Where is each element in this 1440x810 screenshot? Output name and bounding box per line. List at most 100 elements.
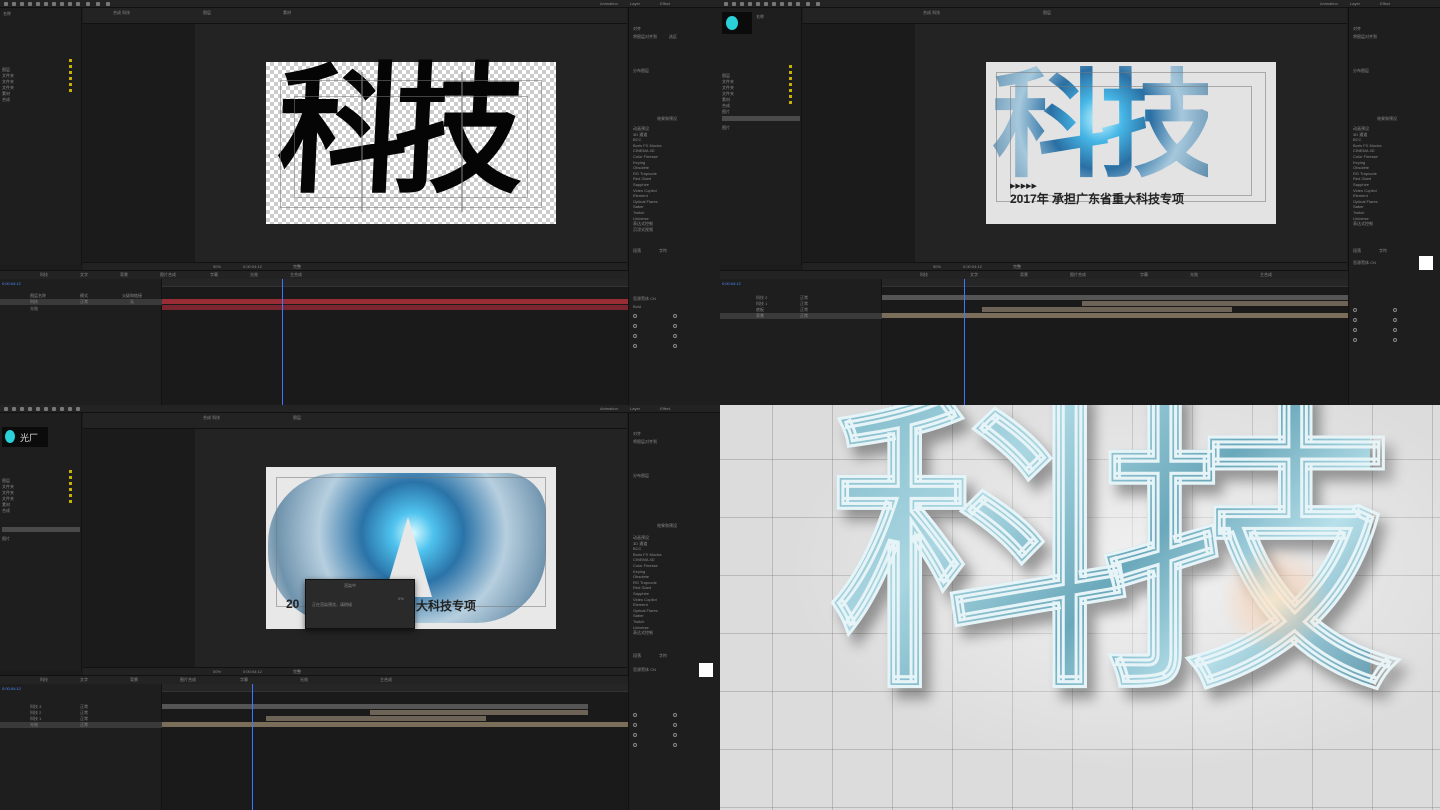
timeline-tab[interactable]: 科技: [40, 677, 48, 682]
layer-bar[interactable]: [266, 716, 486, 721]
layer-list[interactable]: 0:00:04:12 科技 3 正常 科技 2 正常 科技 1 正常 光效 正常: [0, 684, 162, 810]
right-panels[interactable]: 对齐 将图层对齐到 分布图层 效果和预设 动画预设 3D 通道 BCC Boris F…: [628, 413, 720, 810]
layer-row[interactable]: 科技 正常 无: [0, 299, 162, 305]
project-item[interactable]: 文件夹: [2, 487, 80, 501]
menu-animation[interactable]: Animation: [600, 406, 618, 411]
resolution[interactable]: 完整: [293, 264, 301, 269]
timeline-tab[interactable]: 背景: [1020, 272, 1028, 277]
timeline-tab[interactable]: 文字: [970, 272, 978, 277]
timeline-tab[interactable]: 主合成: [290, 272, 302, 277]
timeline-tabs[interactable]: 科技 文字 背景 图片合成 字幕 光效 主合成: [0, 676, 628, 684]
composition-tabs[interactable]: 合成 科技 图层 素材: [83, 8, 627, 24]
project-panel[interactable]: 名称 图层 文件夹 文件夹 文件夹 素材 合成: [0, 8, 82, 265]
timeline-panel[interactable]: 科技 文字 背景 图片合成 字幕 光效 主合成 0:00:04:12 图层名称 …: [0, 270, 628, 405]
effects-tab[interactable]: 效果和预设: [657, 523, 677, 528]
playhead[interactable]: [282, 279, 283, 405]
project-item[interactable]: 素材: [2, 82, 80, 96]
viewer-controls[interactable]: 50% 0:00:04:12 完整: [83, 262, 627, 270]
composition-viewer[interactable]: 20 大科技专项 渲染中 正在渲染预览，请稍候 0%: [195, 429, 627, 669]
right-panels[interactable]: 对齐 将图层对齐到 选区 分布图层 效果和预设 动画预设 3D 通道 BCC Bori…: [628, 8, 720, 405]
project-item[interactable]: 文件夹: [2, 481, 80, 495]
menu-layer[interactable]: Layer: [1350, 1, 1360, 6]
comp-tab[interactable]: 合成 科技: [203, 415, 220, 420]
fill-color-swatch[interactable]: [1419, 256, 1433, 270]
font-name[interactable]: 思源黑体 CN: [1353, 260, 1376, 265]
timeline-panel[interactable]: 科技 文字 背景 图片合成 字幕 光效 主合成 0:00:04:12 科技 3正…: [0, 675, 628, 810]
timeline-tab[interactable]: 光效: [1190, 272, 1198, 277]
project-item[interactable]: 文件夹: [2, 64, 80, 78]
font-name[interactable]: 思源黑体 CN: [633, 296, 656, 301]
project-item[interactable]: 图层: [2, 58, 80, 72]
project-item[interactable]: 素材: [722, 88, 800, 102]
timeline-timecode[interactable]: 0:00:04:12: [2, 281, 21, 286]
comp-tab[interactable]: 图层: [1043, 10, 1051, 15]
timeline-tab[interactable]: 光效: [250, 272, 258, 277]
project-item[interactable]: 合成: [2, 88, 80, 102]
timeline-tab[interactable]: 图片合成: [160, 272, 176, 277]
project-item[interactable]: 合成: [722, 94, 800, 108]
composition-viewer[interactable]: 科技 ▶▶▶▶▶ 2017年 承担广东省重大科技专项: [915, 24, 1347, 264]
font-style[interactable]: Bold: [633, 304, 641, 309]
project-item-selected[interactable]: 图片: [2, 527, 80, 541]
menu-layer[interactable]: Layer: [630, 406, 640, 411]
comp-tab[interactable]: 素材: [283, 10, 291, 15]
menu-animation[interactable]: Animation: [1320, 1, 1338, 6]
effects-list[interactable]: 动画预设 3D 通道 BCC Boris FX Mocha CINEMA 4D Color…: [633, 126, 713, 232]
time-ruler[interactable]: [162, 684, 628, 692]
layer-bar[interactable]: [1082, 301, 1348, 306]
timecode-viewer[interactable]: 0:00:04:12: [243, 669, 262, 674]
timeline-timecode[interactable]: 0:00:04:12: [2, 686, 21, 691]
playhead[interactable]: [252, 684, 253, 810]
tools-toolbar[interactable]: Animation Layer Effect: [0, 405, 720, 413]
project-item-selected[interactable]: 图片: [722, 116, 800, 130]
project-item[interactable]: 素材: [2, 493, 80, 507]
layer-bar[interactable]: [982, 307, 1232, 312]
character-tab[interactable]: 字符: [659, 248, 667, 253]
effects-list[interactable]: 动画预设 3D 通道 BCC Boris FX Mocha CINEMA 4D Color…: [633, 535, 713, 636]
timeline-tab[interactable]: 光效: [300, 677, 308, 682]
render-dialog[interactable]: 渲染中 正在渲染预览，请稍候 0%: [305, 579, 415, 629]
project-item[interactable]: 文件夹: [722, 70, 800, 84]
timeline-tracks[interactable]: [882, 279, 1348, 405]
zoom-level[interactable]: 50%: [213, 264, 221, 269]
viewer-controls[interactable]: 50% 0:00:04:12 完整: [803, 262, 1347, 270]
layer-row[interactable]: 背景 正常: [720, 313, 882, 319]
viewer-controls[interactable]: 50% 0:00:04:12 完整: [83, 667, 627, 675]
resolution[interactable]: 完整: [1013, 264, 1021, 269]
menu-animation[interactable]: Animation: [600, 1, 618, 6]
layer-row[interactable]: 光效 正常: [0, 722, 162, 728]
timeline-tab[interactable]: 图片合成: [1070, 272, 1086, 277]
resolution[interactable]: 完整: [293, 669, 301, 674]
project-panel[interactable]: 光厂 图层 文件夹 文件夹 文件夹 素材 合成 图片: [0, 413, 82, 670]
comp-tab[interactable]: 合成 科技: [113, 10, 130, 15]
timeline-tab[interactable]: 主合成: [380, 677, 392, 682]
layer-bar[interactable]: [162, 722, 628, 727]
tools-toolbar[interactable]: Animation Layer Effect: [720, 0, 1440, 8]
project-item[interactable]: 合成: [2, 499, 80, 513]
timeline-tabs[interactable]: 科技 文字 背景 图片合成 字幕 光效 主合成: [0, 271, 628, 279]
paragraph-tab[interactable]: 段落: [1353, 248, 1361, 253]
comp-tab[interactable]: 图层: [203, 10, 211, 15]
timeline-tab[interactable]: 字幕: [240, 677, 248, 682]
project-item[interactable]: 文件夹: [722, 82, 800, 96]
menu-effect[interactable]: Effect: [1380, 1, 1390, 6]
project-item[interactable]: 文件夹: [2, 76, 80, 90]
project-item[interactable]: 文件夹: [2, 70, 80, 84]
fill-color-swatch[interactable]: [699, 663, 713, 677]
time-ruler[interactable]: [162, 279, 628, 287]
align-value[interactable]: 选区: [669, 34, 677, 39]
layer-bar[interactable]: [370, 710, 588, 715]
zoom-level[interactable]: 50%: [933, 264, 941, 269]
timecode-viewer[interactable]: 0:00:04:12: [243, 264, 262, 269]
timeline-tracks[interactable]: [162, 684, 628, 810]
timeline-tab[interactable]: 文字: [80, 677, 88, 682]
timeline-tab[interactable]: 图片合成: [180, 677, 196, 682]
comp-tab[interactable]: 合成 科技: [923, 10, 940, 15]
font-name[interactable]: 思源黑体 CN: [633, 667, 656, 672]
project-item[interactable]: 图片: [722, 100, 800, 114]
project-item[interactable]: 图层: [722, 64, 800, 78]
layer-row[interactable]: 光效: [0, 306, 162, 312]
layer-list[interactable]: 0:00:04:12 科技 2 正常 科技 1 正常 底板 正常 背景 正常: [720, 279, 882, 405]
character-tab[interactable]: 字符: [659, 653, 667, 658]
tools-toolbar[interactable]: Animation Layer Effect: [0, 0, 720, 8]
